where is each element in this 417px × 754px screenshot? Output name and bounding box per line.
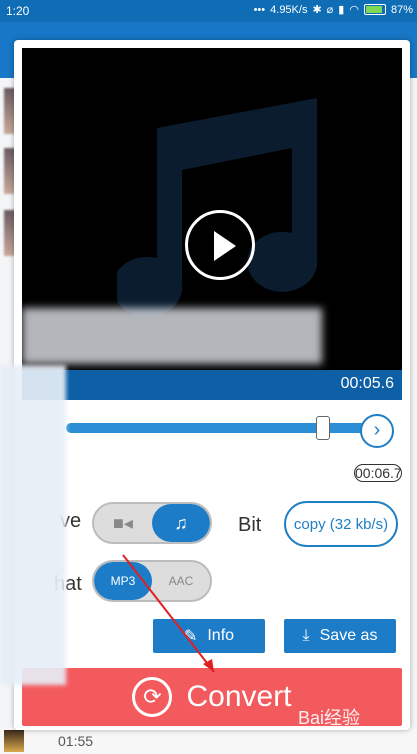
annotation-arrow [122, 554, 215, 673]
watermark: Bai经验 [298, 708, 361, 728]
